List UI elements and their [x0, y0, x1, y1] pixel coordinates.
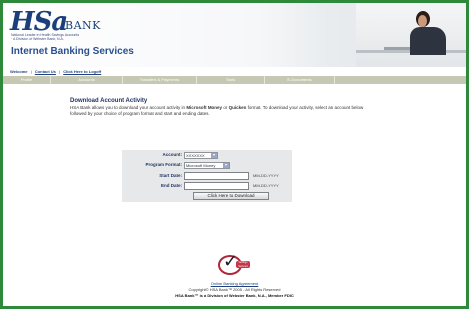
- download-button[interactable]: Click Here to Download: [193, 192, 269, 200]
- account-row: Account: XXXXXXX ▼: [122, 150, 292, 160]
- end-date-label: End Date:: [160, 183, 182, 188]
- start-date-hint: MM-DD-YYYY: [253, 173, 279, 178]
- chevron-down-icon: ▼: [223, 163, 229, 168]
- program-format-select[interactable]: Microsoft Money ▼: [184, 162, 230, 169]
- start-date-row: Start Date: MM-DD-YYYY: [122, 171, 292, 181]
- header-photo: [356, 3, 466, 67]
- program-label: Program Format:: [145, 162, 182, 167]
- end-date-row: End Date: MM-DD-YYYY: [122, 181, 292, 191]
- copyright-text: Copyright© HSA Bank™ 2005 - All Rights R…: [188, 287, 281, 292]
- nav-tools[interactable]: Tools: [197, 76, 265, 84]
- desc-text: HSA Bank allows you to download your acc…: [70, 105, 187, 110]
- download-form: Account: XXXXXXX ▼ Program Format: Micro…: [122, 150, 292, 202]
- page-description: HSA Bank allows you to download your acc…: [70, 105, 380, 117]
- header: HSa BANK National Leader in Health Savin…: [3, 3, 466, 67]
- account-select[interactable]: XXXXXXX ▼: [184, 152, 218, 159]
- welcome-bar: Welcome | Contact Us | Click Here to Log…: [10, 69, 101, 74]
- logoff-link[interactable]: Click Here to Logoff: [63, 69, 101, 74]
- nav-e-documents[interactable]: E-Documents: [265, 76, 335, 84]
- end-date-input[interactable]: [184, 182, 249, 190]
- nav-profile[interactable]: Profile: [3, 76, 51, 84]
- divider: |: [59, 69, 61, 74]
- page-title: Download Account Activity: [70, 98, 148, 104]
- main-nav: Profile Accounts Transfers & Payments To…: [3, 76, 466, 84]
- site-title: Internet Banking Services: [11, 46, 134, 57]
- seal-label: VeriSign Secured: [236, 261, 250, 268]
- program-row: Program Format: Microsoft Money ▼: [122, 160, 292, 170]
- nav-accounts[interactable]: Accounts: [51, 76, 123, 84]
- start-date-label: Start Date:: [159, 173, 182, 178]
- program-value: Microsoft Money: [186, 163, 216, 168]
- account-value: XXXXXXX: [186, 153, 205, 158]
- verisign-seal[interactable]: ✓ VeriSign Secured: [218, 252, 250, 275]
- desc-money: Microsoft Money: [186, 105, 223, 110]
- welcome-label: Welcome: [10, 69, 28, 74]
- hsa-logo[interactable]: HSa: [10, 9, 68, 35]
- end-date-hint: MM-DD-YYYY: [253, 183, 279, 188]
- fdic-disclaimer: HSA Bank™ is a Division of Webster Bank,…: [175, 293, 294, 298]
- start-date-input[interactable]: [184, 172, 249, 180]
- hsa-logo-bank: BANK: [65, 19, 101, 32]
- online-banking-agreement-link[interactable]: Online Banking Agreement: [0, 281, 469, 286]
- account-label: Account:: [162, 152, 183, 157]
- chevron-down-icon: ▼: [211, 153, 217, 158]
- nav-transfers-payments[interactable]: Transfers & Payments: [123, 76, 197, 84]
- contact-us-link[interactable]: Contact Us: [35, 69, 56, 74]
- desc-quicken: Quicken: [228, 105, 247, 110]
- divider: |: [30, 69, 32, 74]
- logo-tagline: National Leader in Health Savings Accoun…: [11, 33, 80, 41]
